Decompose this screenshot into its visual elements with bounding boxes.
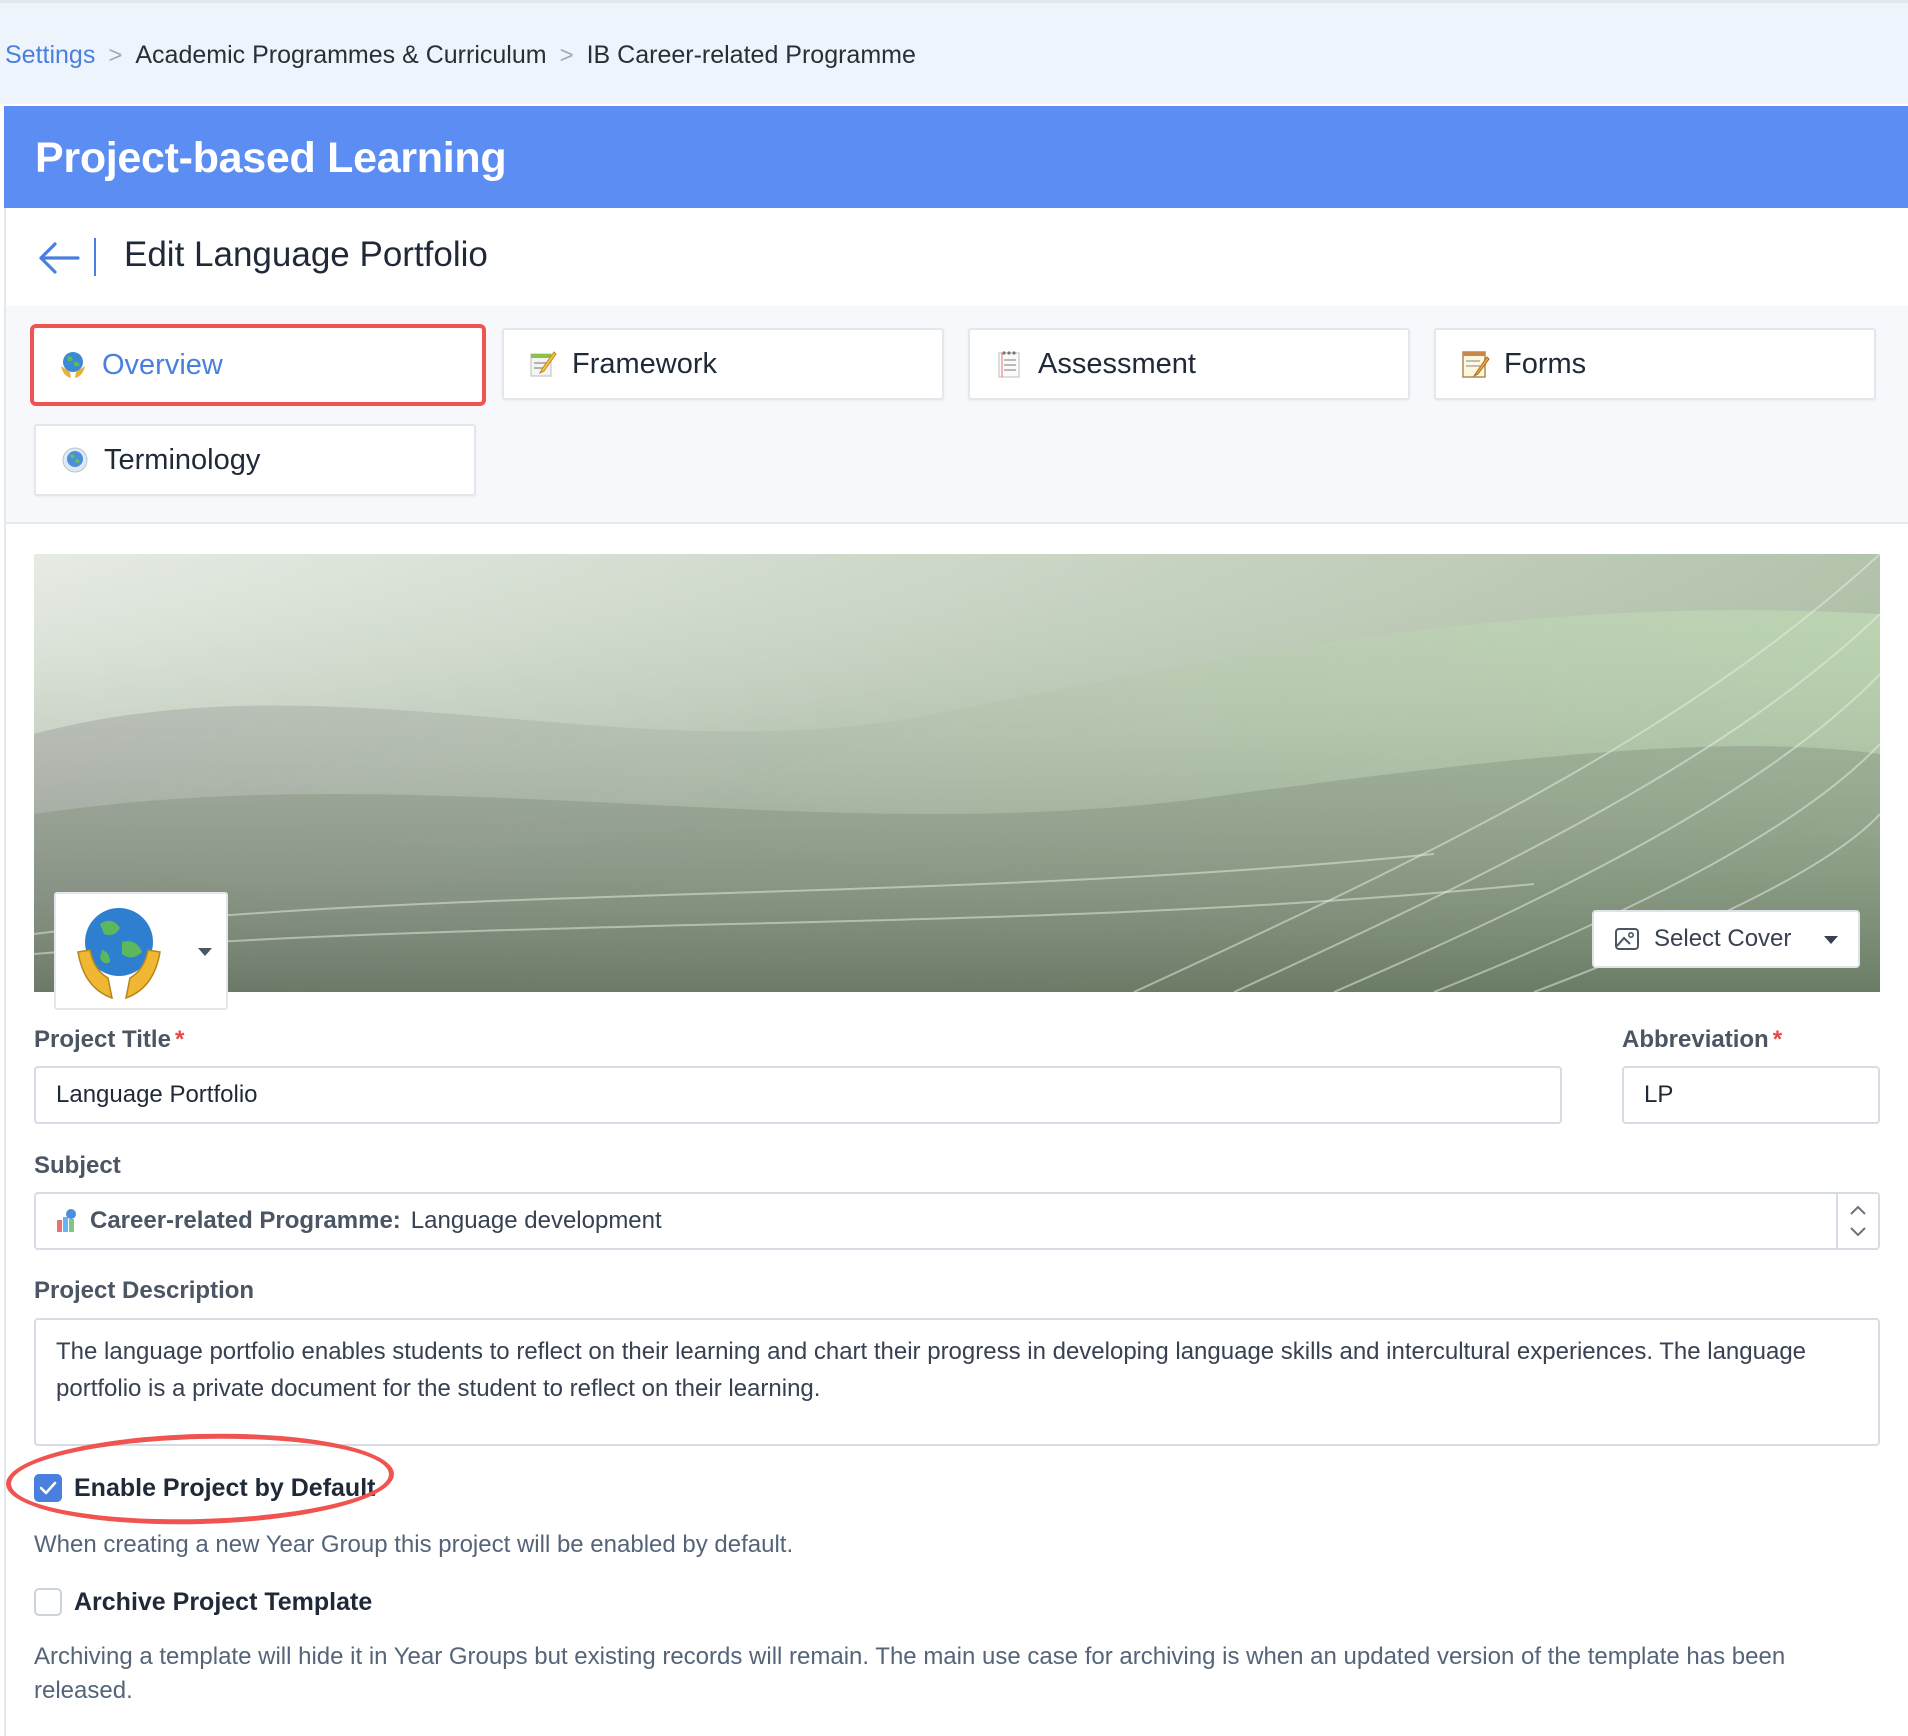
sub-header: Edit Language Portfolio (6, 208, 1908, 308)
breadcrumb-academic-programmes[interactable]: Academic Programmes & Curriculum (135, 41, 546, 70)
tab-label: Assessment (1038, 347, 1196, 380)
spiral-notepad-icon (994, 349, 1024, 379)
memo-icon (528, 349, 558, 379)
page-title: Project-based Learning (35, 134, 507, 182)
abbreviation-input[interactable]: LP (1622, 1066, 1880, 1124)
notepad-pencil-icon (1460, 349, 1490, 379)
project-icon-picker[interactable] (54, 892, 228, 1010)
archive-checkbox[interactable] (34, 1588, 62, 1616)
image-icon (1614, 926, 1640, 952)
required-marker: * (174, 1026, 185, 1053)
earth-in-hands-icon (58, 350, 88, 380)
abbreviation-value: LP (1644, 1081, 1674, 1108)
archive-help: Archiving a template will hide it in Yea… (34, 1643, 1786, 1704)
tab-assessment[interactable]: Assessment (968, 328, 1410, 400)
page-header: Project-based Learning (4, 106, 1908, 208)
tabs-area: Overview Framework Assessment Forms Term… (6, 306, 1908, 524)
select-cover-button[interactable]: Select Cover (1592, 910, 1860, 968)
subject-value: Language development (410, 1207, 662, 1234)
select-cover-label: Select Cover (1654, 925, 1792, 952)
subject-select[interactable]: Career-related Programme: Language devel… (34, 1192, 1880, 1250)
edit-title: Edit Language Portfolio (124, 235, 488, 274)
description-label: Project Description (34, 1277, 255, 1304)
breadcrumb: Settings > Academic Programmes & Curricu… (5, 41, 916, 70)
description-textarea[interactable]: The language portfolio enables students … (34, 1318, 1880, 1446)
books-icon (54, 1208, 80, 1234)
project-title-label: Project Title * (34, 1026, 184, 1054)
enable-default-help: When creating a new Year Group this proj… (34, 1531, 794, 1558)
arrow-left-icon[interactable] (36, 238, 80, 278)
project-title-value: Language Portfolio (56, 1081, 258, 1108)
tab-forms[interactable]: Forms (1434, 328, 1876, 400)
breadcrumb-separator: > (559, 41, 574, 69)
divider (94, 238, 96, 276)
archive-label[interactable]: Archive Project Template (74, 1588, 372, 1617)
tab-terminology[interactable]: Terminology (34, 424, 476, 496)
required-marker: * (1772, 1026, 1783, 1053)
tab-label: Forms (1504, 347, 1587, 380)
tab-label: Overview (102, 348, 223, 381)
select-spinner[interactable] (1836, 1194, 1878, 1248)
abbreviation-label: Abbreviation * (1622, 1026, 1782, 1054)
project-title-label-text: Project Title (34, 1026, 171, 1053)
chevron-down-icon (1824, 936, 1838, 944)
breadcrumb-settings-link[interactable]: Settings (5, 41, 95, 70)
subject-label: Subject (34, 1152, 121, 1179)
chevron-down-icon (198, 948, 212, 956)
earth-in-hands-icon (72, 902, 166, 1002)
tab-framework[interactable]: Framework (502, 328, 944, 400)
abbreviation-label-text: Abbreviation (1622, 1026, 1769, 1053)
tab-label: Framework (572, 347, 718, 380)
breadcrumb-separator: > (108, 41, 123, 69)
breadcrumb-ib-cp: IB Career-related Programme (586, 41, 916, 69)
breadcrumb-bar: Settings > Academic Programmes & Curricu… (0, 0, 1908, 104)
project-title-input[interactable]: Language Portfolio (34, 1066, 1562, 1124)
subject-programme: Career-related Programme: (90, 1207, 401, 1234)
globe-icon (60, 445, 90, 475)
tab-overview[interactable]: Overview (30, 324, 486, 406)
tab-label: Terminology (104, 443, 261, 476)
